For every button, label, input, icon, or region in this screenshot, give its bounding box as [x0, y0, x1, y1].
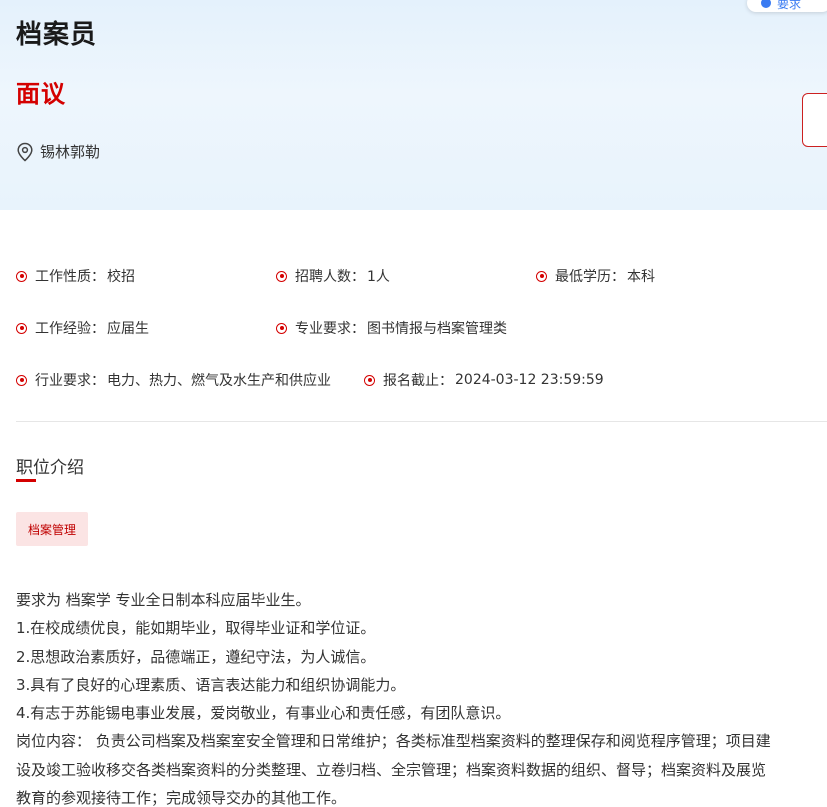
info-dot-icon [761, 0, 771, 8]
attr-value: 电力、热力、燃气及水生产和供应业 [107, 373, 331, 389]
job-location-text: 锡林郭勒 [40, 143, 101, 161]
attr-label: 招聘人数： [295, 269, 365, 285]
description-line: 2.思想政治素质好，品德端正，遵纪守法，为人诚信。 [16, 647, 376, 666]
description-line: 要求为 档案学 专业全日制本科应届毕业生。 [16, 591, 311, 609]
attr-deadline: 报名截止： 2024-03-12 23:59:59 [364, 370, 604, 390]
description-line: 3.具有了良好的心理素质、语言表达能力和组织协调能力。 [16, 675, 406, 694]
attr-value: 2024-03-12 23:59:59 [455, 372, 604, 388]
job-location: 锡林郭勒 [16, 141, 100, 162]
attr-headcount: 招聘人数： 1人 [276, 266, 390, 286]
attr-value: 应届生 [107, 321, 149, 337]
bullet-dot-icon [16, 322, 27, 334]
section-title: 职位介绍 [16, 458, 84, 478]
description-line: 设及竣工验收移交各类档案资料的分类整理、立卷归档、全宗管理；档案资料数据的组织、… [16, 760, 767, 779]
job-detail-page: 要求 档案员 面议 锡林郭勒 工作性质： 校招 招聘人数： 1人 最低学历： 本… [0, 0, 827, 807]
location-pin-icon [16, 142, 34, 162]
description-line: 教育的参观接待工作；完成领导交办的其他工作。 [16, 789, 347, 807]
attr-label: 行业要求： [35, 373, 105, 389]
bullet-dot-icon [536, 270, 547, 282]
apply-button[interactable] [802, 93, 827, 147]
description-line: 1.在校成绩优良，能如期毕业，取得毕业证和学位证。 [16, 619, 376, 638]
job-header: 要求 档案员 面议 锡林郭勒 [0, 0, 827, 210]
top-right-chip-label: 要求 [777, 0, 802, 11]
job-description: 要求为 档案学 专业全日制本科应届毕业生。 1.在校成绩优良，能如期毕业，取得毕… [16, 586, 827, 807]
job-title: 档案员 [16, 20, 98, 50]
attr-value: 校招 [107, 269, 135, 285]
attr-value: 图书情报与档案管理类 [367, 321, 507, 337]
attr-label: 最低学历： [555, 269, 625, 285]
attr-experience: 工作经验： 应届生 [16, 318, 149, 338]
attr-min-education: 最低学历： 本科 [536, 266, 655, 286]
bullet-dot-icon [16, 374, 27, 386]
attr-label: 报名截止： [383, 373, 453, 389]
bullet-dot-icon [276, 270, 287, 282]
attr-label: 专业要求： [295, 321, 365, 337]
attr-value: 本科 [627, 269, 655, 285]
section-title-underline [16, 479, 36, 482]
attr-label: 工作性质： [35, 269, 105, 285]
bullet-dot-icon [276, 322, 287, 334]
attr-major: 专业要求： 图书情报与档案管理类 [276, 318, 507, 338]
bullet-dot-icon [16, 270, 27, 282]
section-divider [16, 421, 827, 422]
job-tag: 档案管理 [16, 512, 89, 546]
bullet-dot-icon [364, 374, 375, 386]
attr-industry: 行业要求： 电力、热力、燃气及水生产和供应业 [16, 370, 331, 390]
description-line: 岗位内容： 负责公司档案及档案室安全管理和日常维护；各类标准型档案资料的整理保存… [16, 732, 771, 751]
job-salary: 面议 [16, 80, 66, 108]
description-line: 4.有志于苏能锡电事业发展，爱岗敬业，有事业心和责任感，有团队意识。 [16, 704, 511, 723]
top-right-chip[interactable]: 要求 [747, 0, 827, 12]
attr-label: 工作经验： [35, 321, 105, 337]
attr-work-type: 工作性质： 校招 [16, 266, 135, 286]
attr-value: 1人 [367, 269, 390, 285]
